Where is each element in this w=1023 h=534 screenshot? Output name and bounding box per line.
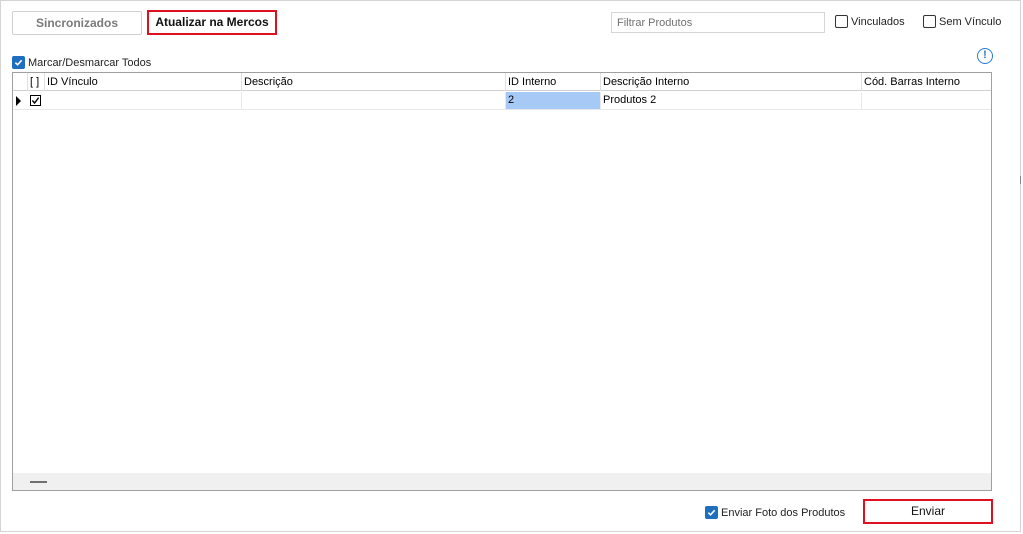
checkbox-box[interactable]: [923, 15, 936, 28]
column-header-descricao[interactable]: Descrição: [242, 73, 506, 91]
sincronizados-button[interactable]: Sincronizados: [12, 11, 142, 35]
select-all-label: Marcar/Desmarcar Todos: [28, 56, 152, 69]
column-header-descricao-interno[interactable]: Descrição Interno: [601, 73, 862, 91]
checkmark-icon[interactable]: [705, 506, 718, 519]
select-all-checkbox[interactable]: Marcar/Desmarcar Todos: [12, 56, 151, 69]
cell-descricao-interno[interactable]: Produtos 2: [601, 92, 862, 109]
table-row[interactable]: 2 Produtos 2: [13, 92, 991, 110]
cell-id-interno[interactable]: 2: [506, 92, 601, 109]
column-header-id-vinculo[interactable]: ID Vínculo: [45, 73, 242, 91]
enviar-foto-checkbox[interactable]: Enviar Foto dos Produtos: [705, 506, 845, 519]
filter-products-input[interactable]: [611, 12, 825, 33]
cell-id-vinculo[interactable]: [45, 92, 242, 109]
checkbox-box[interactable]: [835, 15, 848, 28]
sem-vinculo-checkbox[interactable]: Sem Vínculo: [923, 15, 1001, 28]
cell-cod-barras[interactable]: [862, 92, 991, 109]
checkmark-icon[interactable]: [12, 56, 25, 69]
atualizar-mercos-button[interactable]: Atualizar na Mercos: [147, 10, 277, 35]
column-header-cod-barras[interactable]: Cód. Barras Interno: [862, 73, 991, 91]
row-indicator-header: [13, 73, 28, 91]
info-icon[interactable]: !: [977, 48, 993, 64]
grid-footer: [13, 473, 991, 490]
current-row-arrow-icon: [16, 96, 21, 106]
row-checkbox[interactable]: [30, 95, 41, 106]
minus-icon[interactable]: [30, 481, 47, 483]
vinculados-checkbox[interactable]: Vinculados: [835, 15, 905, 28]
enviar-foto-label: Enviar Foto dos Produtos: [721, 506, 846, 519]
cell-descricao[interactable]: [242, 92, 506, 109]
enviar-button[interactable]: Enviar: [863, 499, 993, 524]
grid-header: [ ] ID Vínculo Descrição ID Interno Desc…: [13, 73, 991, 91]
column-header-id-interno[interactable]: ID Interno: [506, 73, 601, 91]
products-grid: [ ] ID Vínculo Descrição ID Interno Desc…: [12, 72, 992, 491]
sem-vinculo-label: Sem Vínculo: [939, 15, 1002, 28]
vinculados-label: Vinculados: [851, 15, 905, 28]
column-header-check[interactable]: [ ]: [28, 73, 45, 91]
